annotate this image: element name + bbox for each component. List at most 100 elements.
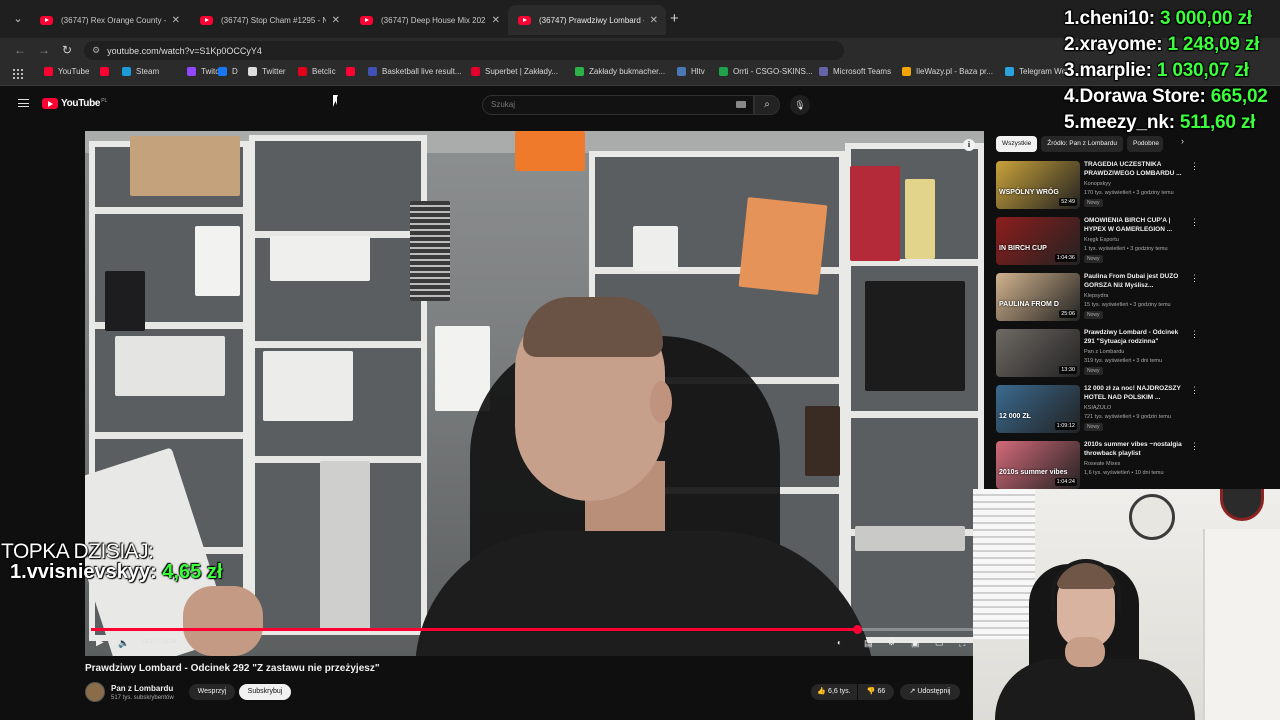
more-options-icon[interactable]: ⋮ [1190, 329, 1199, 340]
topka-entry: 1.vvisnievskyy: 4,65 zł [10, 561, 222, 584]
search-button[interactable]: ⌕ [754, 95, 780, 115]
tab-close-icon[interactable]: ✕ [492, 15, 500, 26]
apps-grid-icon[interactable] [13, 69, 23, 79]
chevron-right-icon[interactable]: › [1181, 136, 1184, 146]
share-icon: ↗ [909, 688, 916, 695]
more-options-icon[interactable]: ⋮ [1190, 441, 1199, 452]
bookmark-label: Telegram Web [1019, 67, 1071, 76]
video-thumbnail[interactable]: 2010s summer vibes 1:04:24 [996, 441, 1080, 489]
tab-close-icon[interactable]: ✕ [650, 15, 658, 26]
bookmark-item[interactable]: Superbet | Zakłady... [471, 67, 558, 76]
recommended-channel[interactable]: Pan z Lombardu [1084, 349, 1124, 355]
youtube-logo[interactable]: YouTube PL [42, 98, 107, 109]
new-tab-icon[interactable]: + [670, 10, 679, 28]
microphone-icon[interactable]: 🎙 [790, 95, 810, 115]
address-bar[interactable]: ⚙ youtube.com/watch?v=S1Kp0OCCyY4 [84, 41, 844, 60]
share-button[interactable]: ↗ Udostępnij [900, 684, 960, 700]
browser-tab-active[interactable]: (36747) Prawdziwy Lombard - C ✕ [508, 5, 666, 35]
leaderboard-entry: 5.meezy_nk: 511,60 zł [1064, 112, 1255, 134]
more-options-icon[interactable]: ⋮ [1190, 161, 1199, 172]
bookmark-item[interactable]: Hltv [677, 67, 705, 76]
bookmark-favicon-icon [719, 67, 728, 76]
recommended-video-title[interactable]: OMÓWIENIA BIRCH CUP'A | HYPEX W GAMERLEG… [1084, 217, 1184, 234]
recommended-channel[interactable]: Konopskyy [1084, 181, 1111, 187]
support-button[interactable]: Wesprzyj [189, 684, 235, 700]
bookmark-item[interactable]: Steam [122, 67, 159, 76]
like-button[interactable]: 👍 6,6 tys. [811, 684, 857, 700]
recommended-video-title[interactable]: Paulina From Dubai jest DUŻO GORSZA Niż … [1084, 273, 1184, 290]
recommended-channel[interactable]: Klepsydra [1084, 293, 1108, 299]
bookmark-item[interactable]: D [218, 67, 238, 76]
channel-name[interactable]: Pan z Lombardu [111, 684, 173, 693]
keyboard-icon[interactable] [736, 101, 746, 108]
recommended-video[interactable]: WSPÓLNY WRÓG 52:49 TRAGEDIA UCZESTNIKA PRA… [996, 161, 1199, 213]
video-thumbnail[interactable]: IN BIRCH CUP 1:04:36 [996, 217, 1080, 265]
recommended-video[interactable]: 2010s summer vibes 1:04:24 2010s summer vi… [996, 441, 1199, 493]
video-thumbnail[interactable]: 13:30 [996, 329, 1080, 377]
recommended-video[interactable]: 12 000 ZŁ 1:09:12 12 000 zł za noc! NAJDRO… [996, 385, 1199, 437]
bookmark-item[interactable]: Microsoft Teams [819, 67, 891, 76]
dislike-button[interactable]: 👎 66 [858, 684, 894, 700]
volume-icon[interactable]: 🔈 [118, 636, 129, 650]
back-arrow-icon[interactable]: ← [14, 42, 26, 58]
tab-search-icon[interactable]: ⌄ [8, 9, 28, 29]
autoplay-toggle-icon[interactable]: ◐ [837, 636, 842, 650]
recommended-channel[interactable]: KSIĄŻULO [1084, 405, 1111, 411]
recommended-video-title[interactable]: Prawdziwy Lombard - Odcinek 291 "Sytuacj… [1084, 329, 1184, 346]
subscribe-button[interactable]: Subskrybuj [239, 684, 291, 700]
recommended-video[interactable]: 13:30 Prawdziwy Lombard - Odcinek 291 "Sy… [996, 329, 1199, 381]
browser-tab[interactable]: (36747) Deep House Mix 2025 ✕ [350, 5, 508, 35]
channel-avatar[interactable] [85, 682, 105, 702]
fullscreen-icon[interactable]: ⛶ [959, 636, 965, 650]
video-thumbnail[interactable]: PAULINA FROM D 25:06 [996, 273, 1080, 321]
miniplayer-icon[interactable]: ▣ [911, 636, 920, 650]
play-icon[interactable]: ▶ [96, 636, 104, 650]
bookmark-item[interactable] [100, 67, 114, 76]
tab-close-icon[interactable]: ✕ [332, 15, 340, 26]
tab-close-icon[interactable]: ✕ [172, 15, 180, 26]
bookmark-item[interactable] [346, 67, 360, 76]
recommended-video[interactable]: PAULINA FROM D 25:06 Paulina From Dubai je… [996, 273, 1199, 325]
menu-icon[interactable] [18, 99, 29, 107]
chip-related[interactable]: Podobne [1126, 136, 1163, 152]
chip-source-channel[interactable]: Źródło: Pan z Lombardu [1041, 136, 1123, 152]
bookmark-item[interactable]: Twitter [248, 67, 286, 76]
search-input[interactable]: Szukaj [482, 95, 754, 115]
reload-icon[interactable]: ↻ [62, 42, 72, 58]
video-progress-bar[interactable] [91, 625, 976, 634]
recommended-channel[interactable]: Kręgk Esportu [1084, 237, 1119, 243]
browser-tab[interactable]: (36747) Rex Orange County - Ni ✕ [30, 5, 188, 35]
recommended-video-title[interactable]: 12 000 zł za noc! NAJDROŻSZY HOTEL NAD P… [1084, 385, 1184, 402]
more-options-icon[interactable]: ⋮ [1190, 217, 1199, 228]
bookmark-item[interactable]: Orrti - CSGO-SKINS... [719, 67, 813, 76]
chip-all[interactable]: Wszystkie [996, 136, 1038, 152]
bookmark-item[interactable]: IleWazy.pl - Baza pr... [902, 67, 993, 76]
bookmark-label: Hltv [691, 67, 705, 76]
bookmark-item[interactable]: YouTube [44, 67, 89, 76]
video-thumbnail[interactable]: WSPÓLNY WRÓG 52:49 [996, 161, 1080, 209]
bookmark-item[interactable]: Telegram Web [1005, 67, 1070, 76]
more-options-icon[interactable]: ⋮ [1190, 385, 1199, 396]
recommended-video-title[interactable]: TRAGEDIA UCZESTNIKA PRAWDZIWEGO LOMBARDU… [1084, 161, 1184, 178]
bookmark-item[interactable]: Betclic [298, 67, 336, 76]
bookmark-label: Zakłady bukmacher... [589, 67, 666, 76]
bookmark-item[interactable]: Zakłady bukmacher... [575, 67, 665, 76]
recommended-channel[interactable]: Roseate Mixes [1084, 461, 1120, 467]
browser-tab[interactable]: (36747) Stop Cham #1295 - Nie ✕ [190, 5, 348, 35]
more-options-icon[interactable]: ⋮ [1190, 273, 1199, 284]
subtitles-icon[interactable]: ▤ [864, 636, 873, 650]
recommended-video[interactable]: IN BIRCH CUP 1:04:36 OMÓWIENIA BIRCH CUP'A… [996, 217, 1199, 269]
settings-gear-icon[interactable]: ⚙ [887, 636, 896, 650]
forward-arrow-icon[interactable]: → [38, 42, 50, 58]
theater-mode-icon[interactable]: ▭ [935, 636, 944, 650]
thumbs-down-icon: 👎 [866, 688, 876, 695]
recommended-video-title[interactable]: 2010s summer vibes ~nostalgia throwback … [1084, 441, 1184, 458]
bookmark-item[interactable]: Basketball live result... [368, 67, 462, 76]
progress-played [91, 628, 858, 631]
leaderboard-name: meezy_nk: [1079, 112, 1175, 133]
leaderboard-amount: 665,02 [1210, 86, 1268, 107]
url-text: youtube.com/watch?v=S1Kp0OCCyY4 [107, 45, 262, 56]
site-info-icon[interactable]: ⚙ [92, 45, 100, 56]
video-thumbnail[interactable]: 12 000 ZŁ 1:09:12 [996, 385, 1080, 433]
info-icon[interactable]: i [963, 139, 975, 151]
